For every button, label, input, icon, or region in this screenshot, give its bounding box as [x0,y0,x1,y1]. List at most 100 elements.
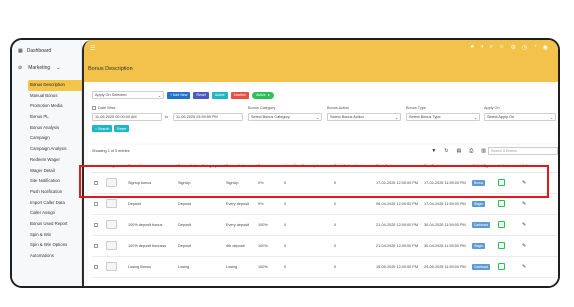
bonus-type-label: Bonus Type [406,106,426,110]
sidebar-item-campaign-analysis[interactable]: Campaign Analysis [30,144,84,155]
start-date-input[interactable]: 11-06-2025 00:00:00 AM [92,113,162,121]
settings-icon[interactable]: ⚙ [510,44,515,51]
filter-reset-button[interactable]: Reset [114,125,130,132]
filter-icon[interactable]: ▼ [431,148,436,154]
col-bonus-name[interactable]: Bonus Name [126,160,176,173]
edit-icon[interactable]: ✎ [522,243,526,249]
table-row[interactable]: 100% deposit bonusss Deposit 4th deposit… [92,235,558,257]
avatar[interactable]: ◉ [543,44,548,51]
inactive-button[interactable]: Inactive [230,91,250,99]
bonus-type-select[interactable]: Select Bonus Type ⌄ [406,113,480,121]
row-checkbox[interactable] [94,180,98,185]
cell-end: 24-05-2025 11:59:00 PM [422,256,470,278]
cell-bonus: 100% [256,235,282,257]
table-row[interactable]: Deposit Deposit Every deposit 0% 0 0 08-… [92,193,558,215]
end-date-input[interactable]: 11-06-2025 23:59:59 PM [173,113,243,121]
sidebar-marketing[interactable]: ⊘ Marketing ⌄ [18,65,60,71]
sidebar-item-push-notification[interactable]: Push Notification [30,187,84,198]
reset-button[interactable]: Reset [193,91,209,99]
sidebar-item-site-notification[interactable]: Site Notification [30,176,84,187]
print-icon[interactable]: ⎙ [469,148,473,154]
sidebar-item-redeem-wager[interactable]: Redeem Wager [30,155,84,166]
active-icon[interactable] [498,199,505,207]
search-button[interactable]: ⌕ Search [92,125,113,132]
table-search-input[interactable]: Search 5 Entries [488,147,558,155]
refresh-icon[interactable]: ↻ [444,148,448,154]
col-bonus[interactable]: Bonus [256,160,282,173]
bonus-category-select[interactable]: Select Bonus Category ⌄ [248,113,322,121]
edit-icon[interactable]: ✎ [522,201,526,207]
cell-category: Deposit [176,214,224,236]
apply-on-selected-select[interactable]: Apply On Selected ⌄ [92,91,164,99]
sidebar-item-automations[interactable]: Automations [30,251,84,262]
active-icon[interactable] [498,262,505,270]
sidebar-item-spin-win[interactable]: Spin & Win [30,230,84,241]
cell-total: 0 [332,193,374,215]
table-row[interactable]: 100% deposit bonus Deposit Every deposit… [92,214,558,236]
sound-icon[interactable]: ◑ [480,44,484,51]
row-checkbox[interactable] [94,201,98,206]
sidebar-item-import-caller-data[interactable]: Import Caller Data [30,198,84,209]
sidebar-dashboard[interactable]: ▦ Dashboard [18,48,51,54]
active-icon[interactable] [498,220,505,228]
active-button[interactable]: Active [211,91,228,99]
edit-icon[interactable]: ✎ [522,222,526,228]
col-bonus-action[interactable]: Bonus Action [224,160,256,173]
cell-start: 17-02-2025 12:00:00 PM [374,172,422,194]
active-icon[interactable] [498,178,505,186]
alarm-icon[interactable]: ◷ [522,44,527,51]
bonus-category-label: Bonus Category [248,106,276,110]
sidebar-item-caller-assign[interactable]: Caller Assign [30,208,84,219]
date-wise-checkbox[interactable] [92,106,96,110]
row-checkbox[interactable] [94,243,98,248]
chevron-down-icon: ⌄ [549,115,553,120]
cell-category: Deposit [176,235,224,257]
apply-on-select[interactable]: Select Apply On ⌄ [484,113,556,121]
tag-icon: ⊘ [18,65,23,71]
sidebar-item-wager-detail[interactable]: Wager Detail [30,166,84,177]
export-icon[interactable]: ▤ [457,148,462,154]
cell-max: 0 [282,214,332,236]
menu-icon[interactable]: ☰ [90,45,95,52]
row-checkbox[interactable] [94,222,98,227]
edit-icon[interactable]: ✎ [522,180,526,186]
sidebar-item-bonus-pl[interactable]: Bonus PL [30,112,84,123]
col-user-max-subscriptions[interactable]: User Max Subscriptions [282,160,332,173]
cell-action: 4th deposit [224,235,256,257]
sidebar-item-bonus-description[interactable]: Bonus Description [28,80,84,91]
cell-start: 08-04-2025 12:00:00 PM [374,193,422,215]
mic-icon[interactable]: ● [470,44,474,51]
row-checkbox[interactable] [94,264,98,269]
table-row[interactable]: Losing Bonus Losing Losing 100% 0 0 15-0… [92,256,558,278]
sidebar-item-bonus-analysis[interactable]: Bonus Analysis [30,123,84,134]
col-bonus-action-category[interactable]: Bonus Action Category [176,160,224,173]
bonus-image [106,262,117,271]
add-new-button[interactable]: + Add New [167,91,191,99]
bonus-action-select[interactable]: Select Bonus Action ⌄ [327,113,401,121]
sidebar-item-campaign[interactable]: Campaign [30,133,84,144]
col-wallet-type[interactable]: Wallet Type [470,160,496,173]
search-icon[interactable]: ⌕ [490,44,493,51]
col-total-subscribed[interactable]: Total Subscribed [332,160,374,173]
brightness-icon[interactable]: ☼ [499,44,505,51]
columns-icon[interactable]: ▥ [481,148,486,154]
col-is-active[interactable]: Is Active [496,160,520,173]
bonus-image [106,178,117,187]
edit-icon[interactable]: ✎ [522,264,526,270]
select-all-checkbox[interactable] [92,160,104,173]
active-icon[interactable] [498,241,505,249]
cell-start: 21-04-2025 12:00:00 PM [374,235,422,257]
sidebar-item-spin-win-options[interactable]: Spin & Win Options [30,240,84,251]
notification-icon[interactable]: ◔ [533,44,537,51]
table-row[interactable]: Signup bonus SignUp SignUp 0% 0 0 17-02-… [92,172,558,194]
bonus-image [106,241,117,250]
sidebar-item-bonus-used-report[interactable]: Bonus Used Report [30,219,84,230]
col-end-date[interactable]: End Date [422,160,470,173]
active-toggle[interactable]: Active ● [252,91,274,99]
wallet-badge: Wager [472,242,486,249]
table-panel: Showing 1 of 5 entries ▼ ↻ ▤ ⎙ ▥ Search … [88,145,558,286]
sidebar-item-manual-bonus[interactable]: Manual Bonus [30,91,84,102]
sidebar-item-promotion-media[interactable]: Promotion Media [30,101,84,112]
col-start-date[interactable]: Start Date [374,160,422,173]
to-label: to [165,115,169,119]
